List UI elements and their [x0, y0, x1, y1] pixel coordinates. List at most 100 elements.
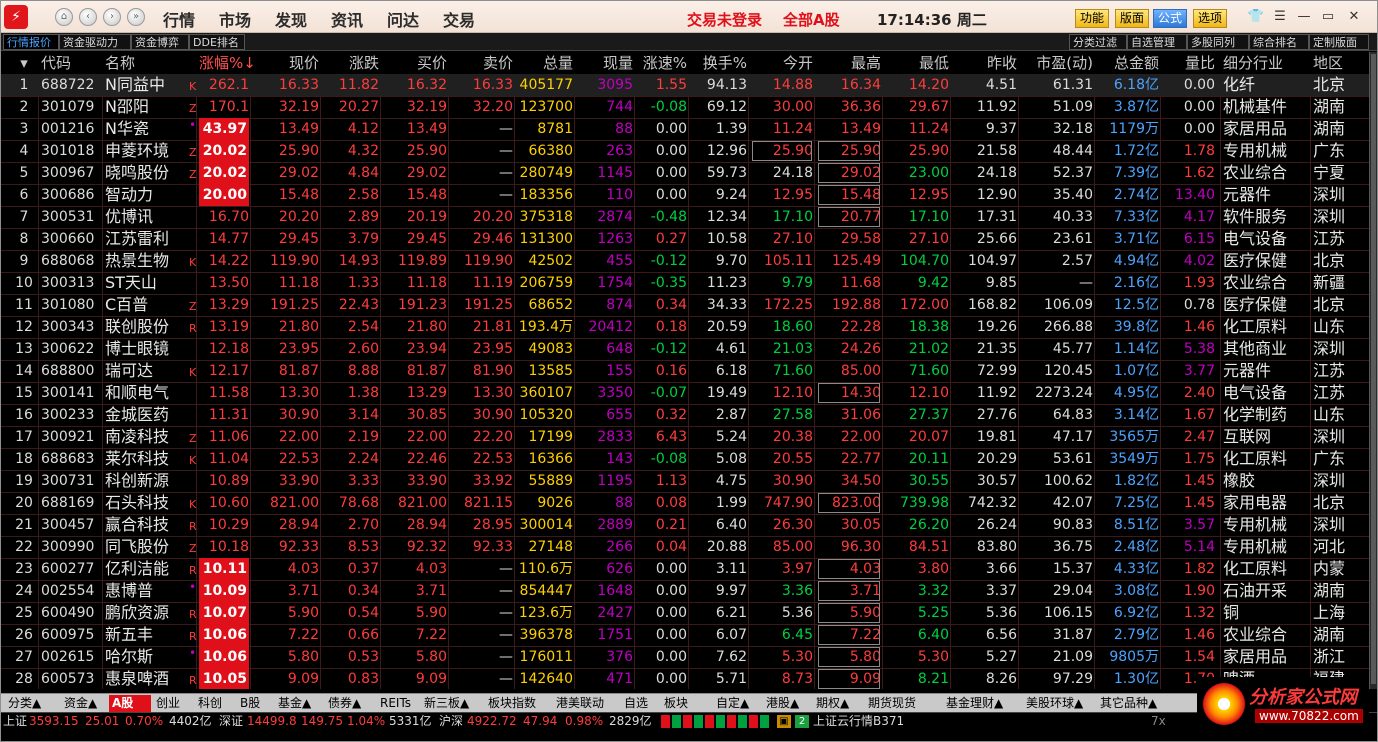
market-tab-11[interactable]: 港美联动 — [553, 695, 619, 712]
table-row[interactable]: 6 300686 智动力 20.00 15.48 2.58 15.48 — 183356 110 0… — [1, 184, 1369, 206]
market-tab-3[interactable]: 创业 — [153, 695, 193, 712]
market-tab-18[interactable]: 基金理财▲ — [943, 695, 1021, 712]
market-tab-16[interactable]: 期权▲ — [813, 695, 863, 712]
menu-market[interactable]: 市场 — [219, 7, 251, 31]
menu-quote[interactable]: 行情 — [163, 7, 195, 31]
column-header-ratio[interactable]: 量比 — [1163, 52, 1215, 74]
market-tab-4[interactable]: 科创 — [195, 695, 235, 712]
panel-button-3[interactable]: 综合排名 — [1249, 34, 1309, 50]
table-row[interactable]: 27 002615 哈尔斯 10.06 5.80 0.53 5.80 — 176011 376 0.… — [1, 646, 1369, 668]
menu-ask[interactable]: 问达 — [387, 7, 419, 31]
table-row[interactable]: 11 301080 C百普 13.29 191.25 22.43 191.23 191.25 6… — [1, 294, 1369, 316]
column-header-ind[interactable]: 细分行业 — [1223, 52, 1307, 74]
column-header-price[interactable]: 现价 — [253, 52, 319, 74]
lock-icon[interactable]: ▣ — [777, 715, 791, 728]
minimize-icon[interactable]: — — [1295, 8, 1313, 26]
table-row[interactable]: 14 688800 瑞可达 12.17 81.87 8.88 81.87 81.90 13585… — [1, 360, 1369, 382]
market-tab-6[interactable]: 基金▲ — [275, 695, 323, 712]
panel-button-0[interactable]: 分类过滤 — [1069, 34, 1127, 50]
market-tab-7[interactable]: 债券▲ — [325, 695, 375, 712]
forward-icon[interactable]: › — [103, 8, 121, 26]
table-row[interactable]: 20 688169 石头科技 10.60 821.00 78.68 821.00 821.15… — [1, 492, 1369, 514]
column-header-pe[interactable]: 市盈(动) — [1021, 52, 1093, 74]
formula-button[interactable]: 公式 — [1153, 9, 1188, 28]
table-row[interactable]: 22 300990 同飞股份 10.18 92.33 8.53 92.32 92.33 2714… — [1, 536, 1369, 558]
table-row[interactable]: 5 300967 晓鸣股份 20.02 29.02 4.84 29.02 — 280749 114… — [1, 162, 1369, 184]
table-row[interactable]: 4 301018 申菱环境 20.02 25.90 4.32 25.90 — 66380 263 0… — [1, 140, 1369, 162]
market-tab-9[interactable]: 新三板▲ — [421, 695, 483, 712]
vertical-scrollbar[interactable] — [1369, 52, 1377, 689]
market-tab-0[interactable]: 分类▲ — [5, 695, 59, 712]
table-row[interactable]: 9 688068 热景生物 14.22 119.90 14.93 119.89 119.90 4… — [1, 250, 1369, 272]
table-row[interactable]: 19 300731 科创新源 10.89 33.90 3.33 33.90 33.92 5588… — [1, 470, 1369, 492]
market-tab-12[interactable]: 自选 — [621, 695, 659, 712]
table-row[interactable]: 21 300457 赢合科技 10.29 28.94 2.70 28.94 28.95 3000… — [1, 514, 1369, 536]
table-row[interactable]: 8 300660 江苏雷利 14.77 29.45 3.79 29.45 29.46 13130… — [1, 228, 1369, 250]
cloud-icon[interactable]: 2 — [795, 715, 809, 728]
column-header-diff[interactable]: 涨跌 — [323, 52, 379, 74]
table-row[interactable]: 1 688722 N同益中 262.1 16.33 11.82 16.32 16.33 4051… — [1, 74, 1369, 96]
expand-icon[interactable]: » — [127, 8, 145, 26]
home-icon[interactable]: ⌂ — [55, 8, 73, 26]
market-tab-2[interactable]: A股 — [109, 695, 151, 712]
back-icon[interactable]: ‹ — [79, 8, 97, 26]
column-header-amt[interactable]: 总金额 — [1097, 52, 1159, 74]
view-tab-2[interactable]: 资金博弈 — [131, 34, 189, 50]
options-button[interactable]: 选项 — [1193, 9, 1228, 28]
column-header-prev[interactable]: 昨收 — [953, 52, 1017, 74]
column-header-code[interactable]: 代码 — [41, 52, 101, 74]
column-header-low[interactable]: 最低 — [885, 52, 949, 74]
table-row[interactable]: 24 002554 惠博普 10.09 3.71 0.34 3.71 — 854447 1648 0… — [1, 580, 1369, 602]
view-tab-0[interactable]: 行情报价 — [3, 34, 59, 50]
panel-button-4[interactable]: 定制版面 — [1309, 34, 1369, 50]
table-row[interactable]: 25 600490 鹏欣资源 10.07 5.90 0.54 5.90 — 123.6万 2427… — [1, 602, 1369, 624]
market-tab-17[interactable]: 期货现货 — [865, 695, 941, 712]
market-tab-14[interactable]: 自定▲ — [713, 695, 761, 712]
column-header-open[interactable]: 今开 — [751, 52, 813, 74]
menu-news[interactable]: 资讯 — [331, 7, 363, 31]
menu-icon[interactable]: ☰ — [1271, 8, 1289, 26]
table-row[interactable]: 12 300343 联创股份 13.19 21.80 2.54 21.80 21.81 193.… — [1, 316, 1369, 338]
market-tab-5[interactable]: B股 — [237, 695, 273, 712]
market-tab-8[interactable]: REITs — [377, 695, 419, 712]
close-icon[interactable]: ✕ — [1345, 8, 1363, 26]
table-row[interactable]: 7 300531 优博讯 16.70 20.20 2.89 20.19 20.20 375318… — [1, 206, 1369, 228]
column-header-speed[interactable]: 涨速% — [637, 52, 687, 74]
market-tab-13[interactable]: 板块 — [661, 695, 711, 712]
market-tab-20[interactable]: 其它品种▲ — [1097, 695, 1169, 712]
column-header-no[interactable]: ▾ — [11, 52, 37, 74]
layout-button[interactable]: 版面 — [1115, 9, 1150, 28]
column-header-turn[interactable]: 换手% — [691, 52, 747, 74]
column-header-name[interactable]: 名称 — [105, 52, 187, 74]
table-row[interactable]: 2 301079 N邵阳 170.1 32.19 20.27 32.19 32.20 12370… — [1, 96, 1369, 118]
column-header-high[interactable]: 最高 — [817, 52, 881, 74]
column-header-chg[interactable]: 涨幅%↓ — [199, 52, 256, 74]
table-row[interactable]: 28 600573 惠泉啤酒 10.05 9.09 0.83 9.09 — 142640 471 0… — [1, 668, 1369, 689]
table-row[interactable]: 10 300313 ST天山 13.50 11.18 1.33 11.18 11.19 2067… — [1, 272, 1369, 294]
table-row[interactable]: 3 001216 N华瓷 43.97 13.49 4.12 13.49 — 8781 88 0.00… — [1, 118, 1369, 140]
market-tab-19[interactable]: 美股环球▲ — [1023, 695, 1095, 712]
scroll-thumb[interactable] — [1371, 54, 1376, 684]
market-tab-15[interactable]: 港股▲ — [763, 695, 811, 712]
shirt-icon[interactable]: 👕 — [1247, 8, 1265, 26]
menu-trade[interactable]: 交易 — [443, 7, 475, 31]
menu-discover[interactable]: 发现 — [275, 7, 307, 31]
table-row[interactable]: 15 300141 和顺电气 11.58 13.30 1.38 13.29 13.30 3601… — [1, 382, 1369, 404]
maximize-icon[interactable]: ▭ — [1319, 8, 1337, 26]
table-row[interactable]: 23 600277 亿利洁能 10.11 4.03 0.37 4.03 — 110.6万 626 0… — [1, 558, 1369, 580]
column-header-reg[interactable]: 地区 — [1313, 52, 1369, 74]
market-tab-10[interactable]: 板块指数 — [485, 695, 551, 712]
market-tab-1[interactable]: 资金▲ — [61, 695, 107, 712]
function-button[interactable]: 功能 — [1075, 9, 1110, 28]
table-row[interactable]: 17 300921 南凌科技 11.06 22.00 2.19 22.00 22.20 1719… — [1, 426, 1369, 448]
column-header-ask[interactable]: 卖价 — [451, 52, 513, 74]
panel-button-2[interactable]: 多股同列 — [1187, 34, 1249, 50]
view-tab-3[interactable]: DDE排名 — [189, 34, 245, 50]
login-status[interactable]: 交易未登录 — [687, 9, 762, 30]
column-header-vol[interactable]: 总量 — [517, 52, 573, 74]
table-row[interactable]: 13 300622 博士眼镜 12.18 23.95 2.60 23.94 23.95 4908… — [1, 338, 1369, 360]
view-tab-1[interactable]: 资金驱动力 — [59, 34, 131, 50]
table-row[interactable]: 18 688683 莱尔科技 11.04 22.53 2.24 22.46 22.53 1636… — [1, 448, 1369, 470]
panel-button-1[interactable]: 自选管理 — [1127, 34, 1187, 50]
table-row[interactable]: 16 300233 金城医药 11.31 30.90 3.14 30.85 30.90 1053… — [1, 404, 1369, 426]
